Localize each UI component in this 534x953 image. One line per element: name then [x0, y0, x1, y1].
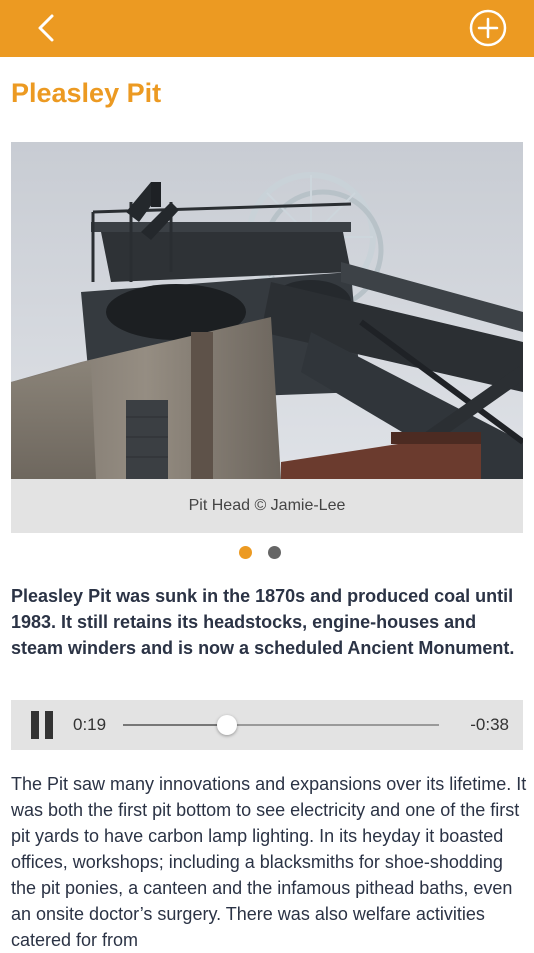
audio-player: 0:19 -0:38	[11, 700, 523, 750]
pause-button[interactable]	[29, 711, 57, 739]
pit-head-photo[interactable]	[11, 142, 523, 479]
page-title: Pleasley Pit	[11, 78, 162, 108]
add-button[interactable]	[468, 8, 508, 48]
page-indicator-dot-active[interactable]	[239, 546, 252, 559]
audio-progress-slider[interactable]	[123, 715, 439, 735]
plus-circle-icon	[469, 9, 507, 47]
remaining-time: -0:38	[470, 715, 509, 734]
top-navigation-bar	[0, 0, 534, 57]
page-indicator-dot[interactable]	[268, 546, 281, 559]
back-button[interactable]	[28, 8, 68, 48]
elapsed-time: 0:19	[73, 715, 107, 734]
image-caption-text: Pit Head © Jamie-Lee	[188, 497, 346, 514]
page-indicator	[0, 546, 534, 560]
pause-icon	[31, 711, 39, 739]
intro-paragraph: Pleasley Pit was sunk in the 1870s and p…	[11, 586, 515, 658]
chevron-left-icon	[38, 14, 54, 42]
body-paragraph: The Pit saw many innovations and expansi…	[11, 774, 527, 950]
audio-progress-fill	[123, 724, 228, 726]
audio-slider-thumb[interactable]	[217, 715, 238, 735]
image-caption: Pit Head © Jamie-Lee	[11, 479, 523, 533]
